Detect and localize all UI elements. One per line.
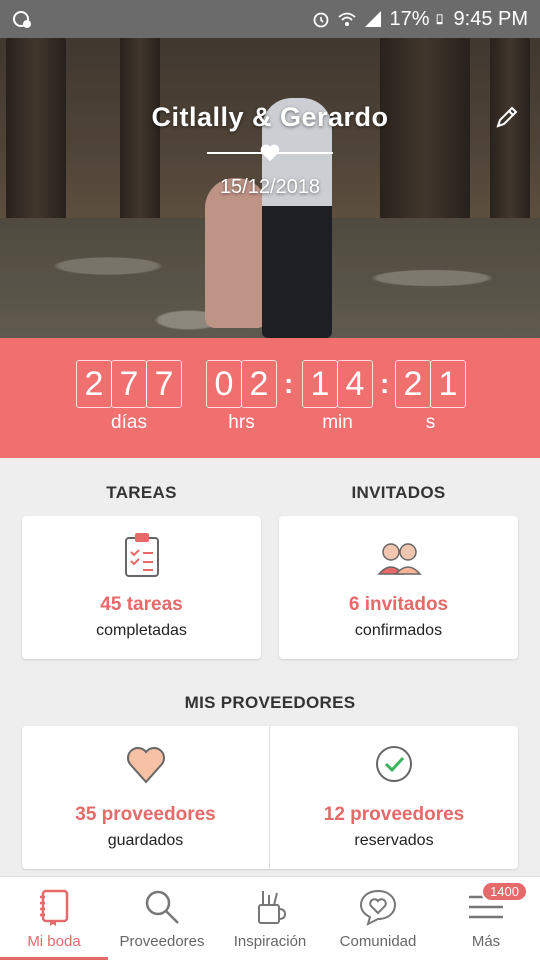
hours-label: hrs [228, 412, 255, 433]
edit-pencil-icon[interactable] [494, 104, 520, 130]
nav-item-comunidad[interactable]: Comunidad [324, 877, 432, 960]
proveedores-card: 35 proveedores guardados 12 proveedores … [22, 726, 518, 869]
proveedores-reservados[interactable]: 12 proveedores reservados [270, 726, 518, 869]
heart-icon [126, 747, 165, 784]
notification-icon [13, 11, 31, 28]
tareas-card[interactable]: 45 tareas completadas [22, 516, 261, 659]
bottom-nav: Mi boda Proveedores Inspiración Comunida… [0, 876, 540, 960]
seconds-digit: 1 [430, 360, 466, 408]
days-digit: 2 [76, 360, 112, 408]
invitados-card[interactable]: 6 invitados confirmados [279, 516, 518, 659]
hero-photo[interactable]: Citlally & Gerardo 15/12/2018 [0, 38, 540, 338]
minutes-digit: 4 [337, 360, 373, 408]
colon-separator: : [284, 368, 294, 399]
clipboard-checklist-icon [124, 533, 159, 577]
notebook-icon [40, 889, 69, 926]
wifi-icon [338, 12, 357, 26]
minutes-digit: 1 [302, 360, 338, 408]
reserved-sub: reservados [354, 832, 434, 849]
minutes-digits: 1 4 [302, 360, 373, 408]
heart-icon [260, 144, 280, 162]
nav-label: Más [471, 933, 501, 950]
seconds-digit: 2 [395, 360, 431, 408]
nav-item-proveedores[interactable]: Proveedores [108, 877, 216, 960]
days-label: días [111, 412, 147, 433]
proveedores-guardados[interactable]: 35 proveedores guardados [22, 726, 269, 869]
guests-icon [376, 543, 422, 575]
colon-separator: : [380, 368, 390, 399]
invitados-count: 6 invitados [348, 594, 449, 615]
minutes-label: min [322, 412, 353, 433]
saved-count: 35 proveedores [75, 804, 216, 825]
status-bar: 17% 9:45 PM [0, 0, 540, 38]
clock: 9:45 PM [453, 7, 528, 30]
nav-label: Mi boda [27, 933, 81, 950]
hours-digit: 2 [241, 360, 277, 408]
check-circle-icon [376, 746, 412, 782]
tareas-count: 45 tareas [100, 594, 183, 615]
tareas-sub: completadas [96, 622, 187, 639]
nav-label: Proveedores [119, 933, 205, 950]
hours-digit: 0 [206, 360, 242, 408]
battery-percent: 17% [389, 7, 430, 30]
chat-heart-icon [359, 889, 397, 926]
notification-badge: 1400 [481, 881, 528, 902]
reserved-count: 12 proveedores [323, 804, 465, 825]
hours-digits: 0 2 [206, 360, 277, 408]
search-icon [145, 890, 179, 924]
invitados-sub: confirmados [354, 622, 443, 639]
battery-icon [436, 14, 442, 25]
saved-sub: guardados [107, 832, 184, 849]
days-digits: 2 7 7 [76, 360, 182, 408]
alarm-icon [314, 12, 329, 28]
nav-item-mi-boda[interactable]: Mi boda [0, 877, 108, 960]
seconds-digits: 2 1 [395, 360, 466, 408]
nav-label: Comunidad [339, 933, 417, 950]
wedding-date: 15/12/2018 [219, 176, 321, 198]
invitados-title: INVITADOS [351, 483, 446, 502]
proveedores-title: MIS PROVEEDORES [184, 693, 356, 712]
days-digit: 7 [111, 360, 147, 408]
countdown-panel: 2 7 7 días 0 2 hrs : 1 4 min : 2 1 s [0, 338, 540, 458]
signal-icon [365, 11, 382, 27]
nav-label: Inspiración [233, 933, 307, 950]
nav-item-mas[interactable]: 1400 Más [432, 877, 540, 960]
tools-cup-icon [258, 891, 287, 924]
tareas-title: TAREAS [106, 483, 177, 502]
seconds-label: s [425, 412, 436, 433]
days-digit: 7 [146, 360, 182, 408]
couple-names: Citlally & Gerardo [151, 102, 389, 132]
nav-item-inspiracion[interactable]: Inspiración [216, 877, 324, 960]
